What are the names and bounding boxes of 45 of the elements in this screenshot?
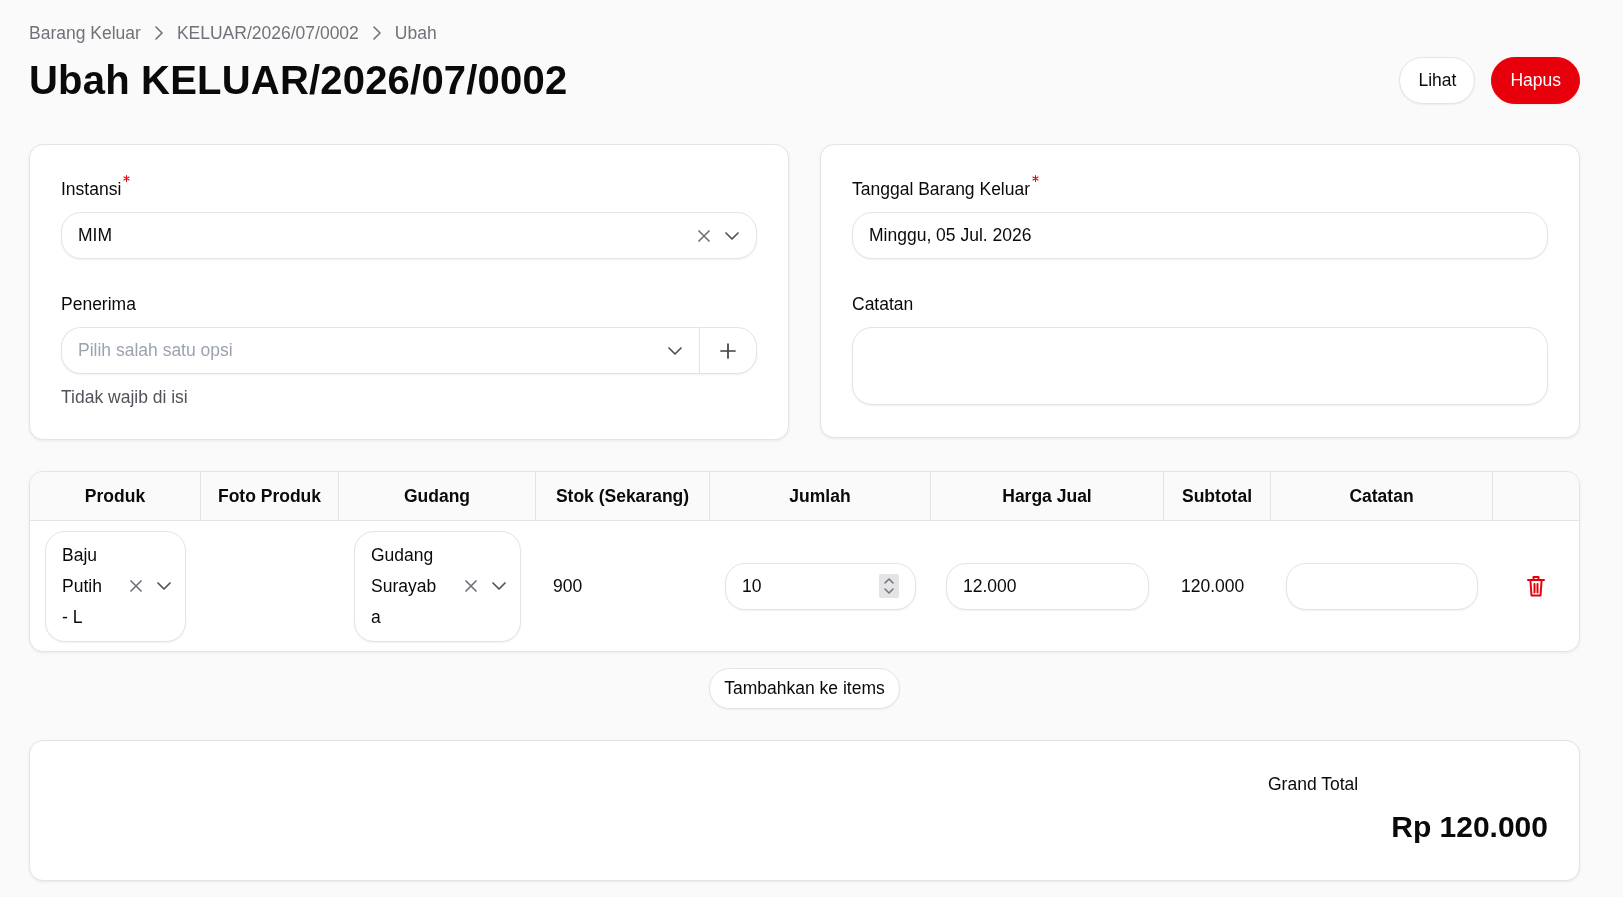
number-field[interactable]: 10 bbox=[725, 562, 916, 610]
column-header: Subtotal bbox=[1164, 472, 1271, 521]
chevron-right-icon bbox=[154, 26, 163, 40]
column-header: Foto Produk bbox=[201, 472, 339, 521]
total-label: Grand Total bbox=[1268, 774, 1359, 794]
spinner-icon[interactable] bbox=[879, 574, 899, 598]
input-field[interactable] bbox=[1286, 562, 1478, 610]
column-header: Harga Jual bbox=[931, 472, 1164, 521]
trash-icon[interactable] bbox=[1527, 575, 1545, 597]
chevron-down-icon[interactable] bbox=[492, 582, 506, 590]
select-field[interactable]: Gudang Surayaba bbox=[354, 530, 521, 642]
add-item-button[interactable]: Tambahkan ke items bbox=[709, 668, 900, 709]
date-field[interactable]: Minggu, 05 Jul. 2026 bbox=[852, 212, 1548, 259]
chevron-down-icon[interactable] bbox=[157, 582, 171, 590]
total-value: Rp 120.000 bbox=[1391, 809, 1548, 845]
table-cell-text: 120.000 bbox=[1180, 575, 1245, 597]
input-field[interactable]: 12.000 bbox=[946, 562, 1149, 610]
clear-icon[interactable] bbox=[130, 580, 142, 592]
select-field[interactable]: MIM bbox=[61, 212, 757, 259]
table-cell-text: 900 bbox=[552, 575, 583, 597]
column-header: Produk bbox=[30, 472, 201, 521]
chevron-down-icon[interactable] bbox=[668, 346, 682, 355]
add-option-button[interactable] bbox=[699, 327, 757, 374]
breadcrumb-current: Ubah bbox=[394, 22, 437, 44]
column-header: Jumlah bbox=[710, 472, 931, 521]
chevron-right-icon bbox=[372, 26, 381, 40]
textarea-field[interactable] bbox=[852, 327, 1548, 405]
breadcrumb-link[interactable]: Barang Keluar bbox=[29, 22, 141, 44]
field-label: Instansi bbox=[61, 179, 122, 199]
view-button[interactable]: Lihat bbox=[1399, 57, 1476, 104]
column-header: Catatan bbox=[1271, 472, 1493, 521]
clear-icon[interactable] bbox=[465, 580, 477, 592]
clear-icon[interactable] bbox=[698, 229, 710, 242]
breadcrumb-link[interactable]: KELUAR/2026/07/0002 bbox=[176, 22, 359, 44]
chevron-down-icon[interactable] bbox=[725, 231, 739, 240]
field-label: Tanggal Barang Keluar bbox=[852, 179, 1031, 199]
column-header: Gudang bbox=[339, 472, 536, 521]
field-label: Catatan bbox=[852, 294, 914, 314]
delete-button[interactable]: Hapus bbox=[1491, 57, 1580, 104]
field-label: Penerima bbox=[61, 294, 136, 314]
plus-icon bbox=[720, 342, 736, 359]
column-header: Stok (Sekarang) bbox=[536, 472, 710, 521]
helper-text: Tidak wajib di isi bbox=[61, 387, 188, 407]
page-title: Ubah KELUAR/2026/07/0002 bbox=[29, 57, 568, 104]
select-field[interactable]: Baju Putih - L bbox=[45, 530, 186, 642]
